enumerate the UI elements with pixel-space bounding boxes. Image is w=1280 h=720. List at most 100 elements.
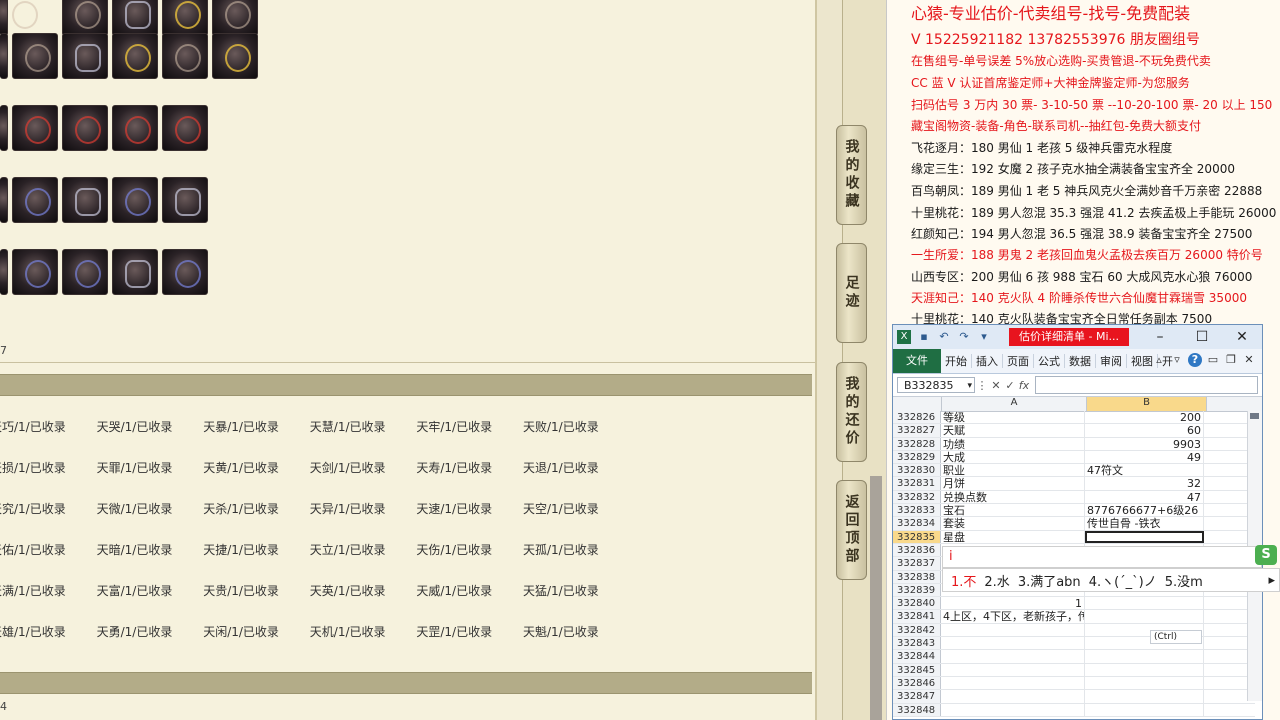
item-icon[interactable] xyxy=(0,105,38,151)
cell-a[interactable] xyxy=(941,703,1085,716)
cell-b[interactable]: 1 xyxy=(1073,597,1204,610)
item-icon[interactable] xyxy=(0,177,38,223)
close-icon[interactable]: ✕ xyxy=(1242,353,1256,367)
row-number[interactable]: 332832 xyxy=(893,490,941,504)
row-number[interactable]: 332834 xyxy=(893,517,941,530)
item-icon[interactable] xyxy=(162,249,208,295)
cell-a[interactable] xyxy=(941,663,1085,676)
item-icon[interactable] xyxy=(12,249,58,295)
cell-b[interactable] xyxy=(1085,690,1204,703)
item-icon[interactable] xyxy=(162,105,208,151)
cell-b[interactable]: 47符文 xyxy=(1085,464,1204,477)
back-to-top-button[interactable]: 返回顶部 xyxy=(836,480,867,580)
cell-b[interactable]: 47 xyxy=(1085,490,1204,504)
chevron-down-icon[interactable]: ▾ xyxy=(967,378,972,394)
function-icon[interactable]: fx xyxy=(1017,379,1031,392)
dropdown-icon[interactable]: ▿ xyxy=(1170,353,1184,367)
tab-review[interactable]: 审阅 xyxy=(1096,353,1126,369)
cell-a[interactable] xyxy=(941,650,1085,663)
cell-a[interactable]: 月饼 xyxy=(941,477,1085,490)
row-number[interactable]: 332829 xyxy=(893,450,941,464)
ime-candidate[interactable]: 2.水 xyxy=(984,571,1009,590)
help-icon[interactable]: ? xyxy=(1188,353,1202,367)
item-icon[interactable] xyxy=(12,105,58,151)
cancel-icon[interactable]: ✕ xyxy=(989,379,1003,392)
item-icon[interactable] xyxy=(12,33,58,79)
row-number[interactable]: 332842 xyxy=(893,623,941,637)
row-number[interactable]: 332835 xyxy=(893,530,941,543)
cell-b[interactable]: 9903 xyxy=(1085,437,1204,450)
row-number[interactable]: 332826 xyxy=(893,411,941,424)
row-number[interactable]: 332837 xyxy=(893,557,941,570)
item-icon[interactable] xyxy=(212,0,258,36)
row-number[interactable]: 332840 xyxy=(893,597,941,610)
item-icon[interactable] xyxy=(62,249,108,295)
row-number[interactable]: 332838 xyxy=(893,570,941,583)
item-icon[interactable] xyxy=(12,177,58,223)
item-icon[interactable] xyxy=(112,177,158,223)
ime-candidate[interactable]: 5.没m xyxy=(1165,571,1203,590)
cell-a[interactable]: 星盘 xyxy=(941,530,1085,543)
ime-next-page-icon[interactable]: ▸ xyxy=(1268,573,1275,588)
item-icon[interactable] xyxy=(0,249,38,295)
item-icon[interactable] xyxy=(62,33,108,79)
row-number[interactable]: 332831 xyxy=(893,477,941,490)
cell-a[interactable]: 兑换点数 xyxy=(941,490,1085,504)
row-number[interactable]: 332830 xyxy=(893,464,941,477)
ime-logo-icon[interactable]: S xyxy=(1255,545,1277,565)
cell-b[interactable] xyxy=(1085,610,1204,623)
ime-candidate[interactable]: 1.不 xyxy=(951,571,976,590)
item-icon[interactable] xyxy=(112,33,158,79)
tab-file[interactable]: 文件 xyxy=(893,349,941,373)
item-icon[interactable] xyxy=(112,105,158,151)
item-icon[interactable] xyxy=(62,105,108,151)
cell-a[interactable]: 等级 xyxy=(941,411,1085,424)
paste-options-button[interactable]: (Ctrl) xyxy=(1150,630,1202,644)
redo-icon[interactable]: ↷ xyxy=(957,330,971,344)
undo-icon[interactable]: ↶ xyxy=(937,330,951,344)
name-box[interactable]: B332835 ▾ xyxy=(897,377,975,393)
cell-a[interactable]: 职业 xyxy=(941,464,1085,477)
item-icon[interactable] xyxy=(112,0,158,36)
formula-input[interactable] xyxy=(1035,376,1258,394)
cell-a[interactable] xyxy=(941,623,1085,637)
row-number[interactable]: 332846 xyxy=(893,676,941,690)
item-icon[interactable] xyxy=(62,0,108,36)
row-number[interactable]: 332843 xyxy=(893,637,941,650)
cell-a[interactable]: 套装 xyxy=(941,517,1085,530)
minimize-icon[interactable]: ▭ xyxy=(1206,353,1220,367)
cell-b[interactable]: 60 xyxy=(1085,424,1204,437)
row-number[interactable]: 332833 xyxy=(893,504,941,517)
tab-insert[interactable]: 插入 xyxy=(972,353,1002,369)
cell-b[interactable] xyxy=(1085,663,1204,676)
cell-b[interactable]: 49 xyxy=(1085,450,1204,464)
my-offer-button[interactable]: 我的还价 xyxy=(836,362,867,462)
cell-a[interactable] xyxy=(941,676,1085,690)
cell-b[interactable]: 200 xyxy=(1085,411,1204,424)
item-icon[interactable] xyxy=(162,177,208,223)
cell-b[interactable] xyxy=(1085,676,1204,690)
cell-a[interactable]: 4上区，4下区，老新孩子，传世，装备宝宝齐全 xyxy=(941,610,1085,623)
confirm-icon[interactable]: ✓ xyxy=(1003,379,1017,392)
close-icon[interactable]: ✕ xyxy=(1231,327,1253,347)
footprint-button[interactable]: 足迹 xyxy=(836,243,867,343)
item-icon[interactable] xyxy=(62,177,108,223)
item-icon[interactable] xyxy=(162,0,208,36)
cell-b[interactable]: 传世自骨 -铁衣 xyxy=(1085,517,1204,530)
tab-home[interactable]: 开始 xyxy=(941,353,971,369)
tab-data[interactable]: 数据 xyxy=(1065,353,1095,369)
cell-a[interactable]: 宝石 xyxy=(941,504,1085,517)
row-number[interactable]: 332847 xyxy=(893,690,941,703)
row-number[interactable]: 332836 xyxy=(893,543,941,557)
active-cell[interactable] xyxy=(1085,530,1204,543)
ime-candidate[interactable]: 4.ヽ(ˊ_ˋ)ノ xyxy=(1089,571,1157,590)
customize-toolbar-icon[interactable]: ▾ xyxy=(977,330,991,344)
cell-a[interactable] xyxy=(941,597,1085,610)
item-icon[interactable] xyxy=(0,0,38,36)
row-number[interactable]: 332827 xyxy=(893,424,941,437)
column-header-b[interactable]: B xyxy=(1087,397,1207,411)
row-number[interactable]: 332841 xyxy=(893,610,941,623)
row-number[interactable]: 332844 xyxy=(893,650,941,663)
minimize-icon[interactable]: – xyxy=(1149,327,1171,347)
select-all-corner[interactable] xyxy=(893,397,942,411)
